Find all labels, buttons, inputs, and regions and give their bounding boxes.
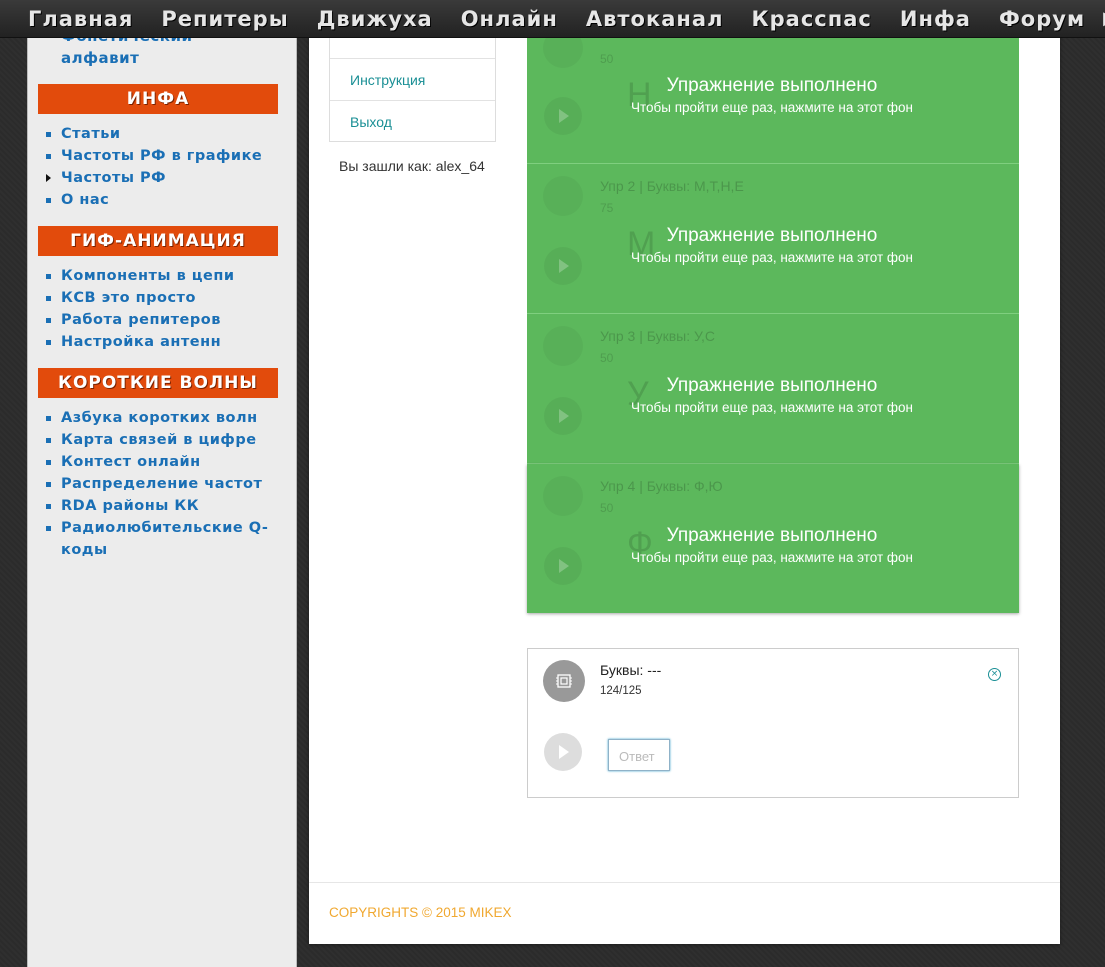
sidebar-section-title-info: ИНФА xyxy=(38,84,278,114)
login-info: Вы зашли как: alex_64 xyxy=(339,158,485,174)
nav-item-home[interactable]: Главная xyxy=(0,7,147,31)
exercise-done-subtitle[interactable]: Чтобы пройти еще раз, нажмите на этот фо… xyxy=(527,550,1017,565)
exercise-count: 50 xyxy=(600,501,614,515)
answer-input[interactable] xyxy=(608,739,670,771)
exercise-done-title[interactable]: Упражнение выполнено xyxy=(527,525,1017,547)
exercise-count: 50 xyxy=(600,351,614,365)
sidebar-item-antenna-tuning[interactable]: Настройка антенн xyxy=(44,331,284,353)
menu-item-instructions[interactable]: Инструкция xyxy=(330,58,495,100)
nav-item-events[interactable]: Движуха xyxy=(303,7,447,31)
exercise-count: 50 xyxy=(600,52,614,66)
exercise-completed-4[interactable]: Упр 4 | Буквы: Ф,Ю 50 Ф Упражнение выпол… xyxy=(527,464,1019,613)
sidebar-item-q-codes[interactable]: Радиолюбительские Q-коды xyxy=(44,517,284,561)
sidebar-item-rda[interactable]: RDA районы КК xyxy=(44,495,284,517)
sidebar-list-info: Статьи Частоты РФ в графике Частоты РФ О… xyxy=(44,123,284,211)
sidebar-item-freq[interactable]: Частоты РФ xyxy=(44,167,284,189)
nav-item-online[interactable]: Онлайн xyxy=(447,7,572,31)
active-exercise-progress: 124/125 xyxy=(600,685,642,697)
nav-item-autochannel[interactable]: Автоканал xyxy=(572,7,738,31)
sidebar-item-freq-distribution[interactable]: Распределение частот xyxy=(44,473,284,495)
sidebar-item-about[interactable]: О нас xyxy=(44,189,284,211)
exercise-title: Упр 3 | Буквы: У,С xyxy=(600,328,716,344)
sidebar-list-shortwave: Азбука коротких волн Карта связей в цифр… xyxy=(44,407,284,561)
top-navigation: Главная Репитеры Движуха Онлайн Автокана… xyxy=(0,0,1105,38)
nav-item-repeaters[interactable]: Репитеры xyxy=(147,7,302,31)
nav-more-arrow-icon[interactable]: ▶ xyxy=(1099,8,1105,29)
sidebar-item-articles[interactable]: Статьи xyxy=(44,123,284,145)
sidebar-item-contest[interactable]: Контест онлайн xyxy=(44,451,284,473)
sidebar-section-title-shortwave: КОРОТКИЕ ВОЛНЫ xyxy=(38,368,278,398)
left-sidebar: Фонетический алфавит ИНФА Статьи Частоты… xyxy=(27,0,297,967)
exercise-done-title[interactable]: Упражнение выполнено xyxy=(527,225,1017,247)
exercise-title: Упр 4 | Буквы: Ф,Ю xyxy=(600,478,723,494)
footer-divider xyxy=(309,882,1060,883)
play-button[interactable] xyxy=(544,733,582,771)
exercise-icon xyxy=(543,326,583,366)
active-exercise: Буквы: --- 124/125 × xyxy=(527,648,1019,798)
active-exercise-title: Буквы: --- xyxy=(600,662,662,678)
sidebar-item-digital-map[interactable]: Карта связей в цифре xyxy=(44,429,284,451)
main-content: алфавит Инструкция Выход Вы зашли как: a… xyxy=(309,0,1060,944)
exercise-title: Упр 2 | Буквы: М,Т,Н,Е xyxy=(600,178,744,194)
sidebar-item-swr[interactable]: КСВ это просто xyxy=(44,287,284,309)
sidebar-item-components[interactable]: Компоненты в цепи xyxy=(44,265,284,287)
exercise-count: 75 xyxy=(600,201,614,215)
exercise-completed-2[interactable]: Упр 2 | Буквы: М,Т,Н,Е 75 М Упражнение в… xyxy=(527,164,1019,314)
sidebar-section-title-gif: ГИФ-АНИМАЦИЯ xyxy=(38,226,278,256)
exercise-done-title[interactable]: Упражнение выполнено xyxy=(527,375,1017,397)
copyright-text: COPYRIGHTS © 2015 MIKEX xyxy=(329,905,512,920)
nav-item-forum[interactable]: Форум xyxy=(985,7,1099,31)
exercise-icon xyxy=(543,476,583,516)
exercise-done-title[interactable]: Упражнение выполнено xyxy=(527,75,1017,97)
exercise-avatar-icon xyxy=(543,660,585,702)
nav-item-info[interactable]: Инфа xyxy=(886,7,985,31)
menu-item-logout[interactable]: Выход xyxy=(330,100,495,142)
exercise-done-subtitle[interactable]: Чтобы пройти еще раз, нажмите на этот фо… xyxy=(527,400,1017,415)
exercise-icon xyxy=(543,176,583,216)
sidebar-link-phonetic-alphabet[interactable]: алфавит xyxy=(61,49,139,67)
close-icon[interactable]: × xyxy=(988,668,1001,681)
exercise-completed-3[interactable]: Упр 3 | Буквы: У,С 50 У Упражнение выпол… xyxy=(527,314,1019,464)
sidebar-list-gif: Компоненты в цепи КСВ это просто Работа … xyxy=(44,265,284,353)
sidebar-item-repeaters-work[interactable]: Работа репитеров xyxy=(44,309,284,331)
exercise-done-subtitle[interactable]: Чтобы пройти еще раз, нажмите на этот фо… xyxy=(527,250,1017,265)
exercise-done-subtitle[interactable]: Чтобы пройти еще раз, нажмите на этот фо… xyxy=(527,100,1017,115)
nav-item-krasspas[interactable]: Красспас xyxy=(737,7,885,31)
sidebar-item-sw-alphabet[interactable]: Азбука коротких волн xyxy=(44,407,284,429)
sidebar-item-freq-chart[interactable]: Частоты РФ в графике xyxy=(44,145,284,167)
